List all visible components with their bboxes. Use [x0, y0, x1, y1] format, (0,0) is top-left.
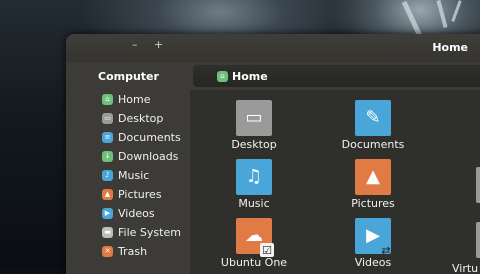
music-folder-icon: ♫ [236, 159, 272, 195]
shared-emblem-icon: ⇄ [381, 243, 391, 257]
sidebar-item-pictures[interactable]: ▲ Pictures [102, 185, 162, 203]
folder-icon [476, 167, 480, 203]
home-folder-icon: ⌂ [217, 70, 228, 82]
sidebar-item-label: Trash [118, 244, 148, 258]
minimize-button[interactable]: – [132, 38, 138, 51]
videos-folder-icon: ▶ ⇄ [355, 218, 391, 257]
sidebar-item-label: Music [118, 168, 150, 182]
file-label: Desktop [231, 138, 277, 151]
pictures-folder-icon: ▲ [355, 159, 391, 195]
harddrive-icon: ▬ [102, 226, 113, 238]
file-label: Ubuntu One [220, 256, 288, 269]
sidebar-item-label: Downloads [118, 149, 179, 163]
desktop-folder-icon: ▭ [102, 112, 113, 124]
sidebar-item-music[interactable]: ♪ Music [102, 166, 149, 184]
file-view: ⌂ Home ▭ Desktop ✎ Documents ♫ Music ▲ P… [190, 62, 480, 274]
window-titlebar[interactable]: – + Home [66, 34, 480, 62]
downloads-folder-icon: ↓ [102, 150, 113, 162]
trash-icon: ✕ [102, 245, 113, 257]
sidebar-item-label: Pictures [118, 187, 162, 201]
home-folder-icon: ⌂ [102, 93, 113, 105]
sidebar-item-label: Desktop [118, 111, 164, 125]
breadcrumb-home-button[interactable]: ⌂ Home [193, 65, 480, 87]
file-item-videos[interactable]: ▶ ⇄ Videos [328, 218, 418, 269]
file-item-partial[interactable]: Virtu [452, 262, 480, 274]
sidebar-item-home[interactable]: ⌂ Home [102, 90, 150, 108]
sidebar-item-videos[interactable]: ▶ Videos [102, 204, 155, 222]
breadcrumb-label: Home [232, 69, 268, 83]
wallpaper-streak [451, 0, 462, 22]
sidebar-item-label: File System [118, 225, 181, 239]
wallpaper-streak [436, 0, 448, 29]
file-label: Virtu [452, 262, 479, 274]
sidebar-item-downloads[interactable]: ↓ Downloads [102, 147, 178, 165]
file-item-music[interactable]: ♫ Music [209, 159, 299, 210]
sidebar-item-desktop[interactable]: ▭ Desktop [102, 109, 163, 127]
window-title: Home [432, 41, 468, 54]
file-item-desktop[interactable]: ▭ Desktop [209, 100, 299, 151]
file-manager-window: – + Home Computer ⌂ Home ▭ Desktop ≡ Doc… [66, 34, 480, 274]
file-label: Documents [341, 138, 405, 151]
file-label: Videos [354, 256, 392, 269]
sidebar-item-label: Home [118, 92, 151, 106]
music-folder-icon: ♪ [102, 169, 113, 181]
videos-folder-icon: ▶ [102, 207, 113, 219]
documents-folder-icon: ✎ [355, 100, 391, 136]
sidebar-item-label: Videos [118, 206, 155, 220]
file-item-ubuntu-one[interactable]: ☁ ☑ Ubuntu One [209, 218, 299, 269]
sidebar-item-file-system[interactable]: ▬ File System [102, 223, 181, 241]
sidebar-header: Computer [98, 70, 159, 83]
sidebar-item-trash[interactable]: ✕ Trash [102, 242, 147, 260]
maximize-button[interactable]: + [154, 38, 163, 51]
pictures-folder-icon: ▲ [102, 188, 113, 200]
places-sidebar: Computer ⌂ Home ▭ Desktop ≡ Documents ↓ … [66, 62, 190, 274]
file-label: Pictures [351, 197, 395, 210]
ubuntu-one-folder-icon: ☁ ☑ [236, 218, 274, 257]
file-label: Music [238, 197, 270, 210]
desktop-folder-icon: ▭ [236, 100, 272, 136]
sidebar-item-label: Documents [118, 130, 181, 144]
location-bar: ⌂ Home [190, 62, 480, 90]
sidebar-item-documents[interactable]: ≡ Documents [102, 128, 181, 146]
documents-folder-icon: ≡ [102, 131, 113, 143]
folder-icon [476, 222, 480, 258]
file-item-pictures[interactable]: ▲ Pictures [328, 159, 418, 210]
synced-emblem-icon: ☑ [260, 243, 274, 257]
file-item-documents[interactable]: ✎ Documents [328, 100, 418, 151]
